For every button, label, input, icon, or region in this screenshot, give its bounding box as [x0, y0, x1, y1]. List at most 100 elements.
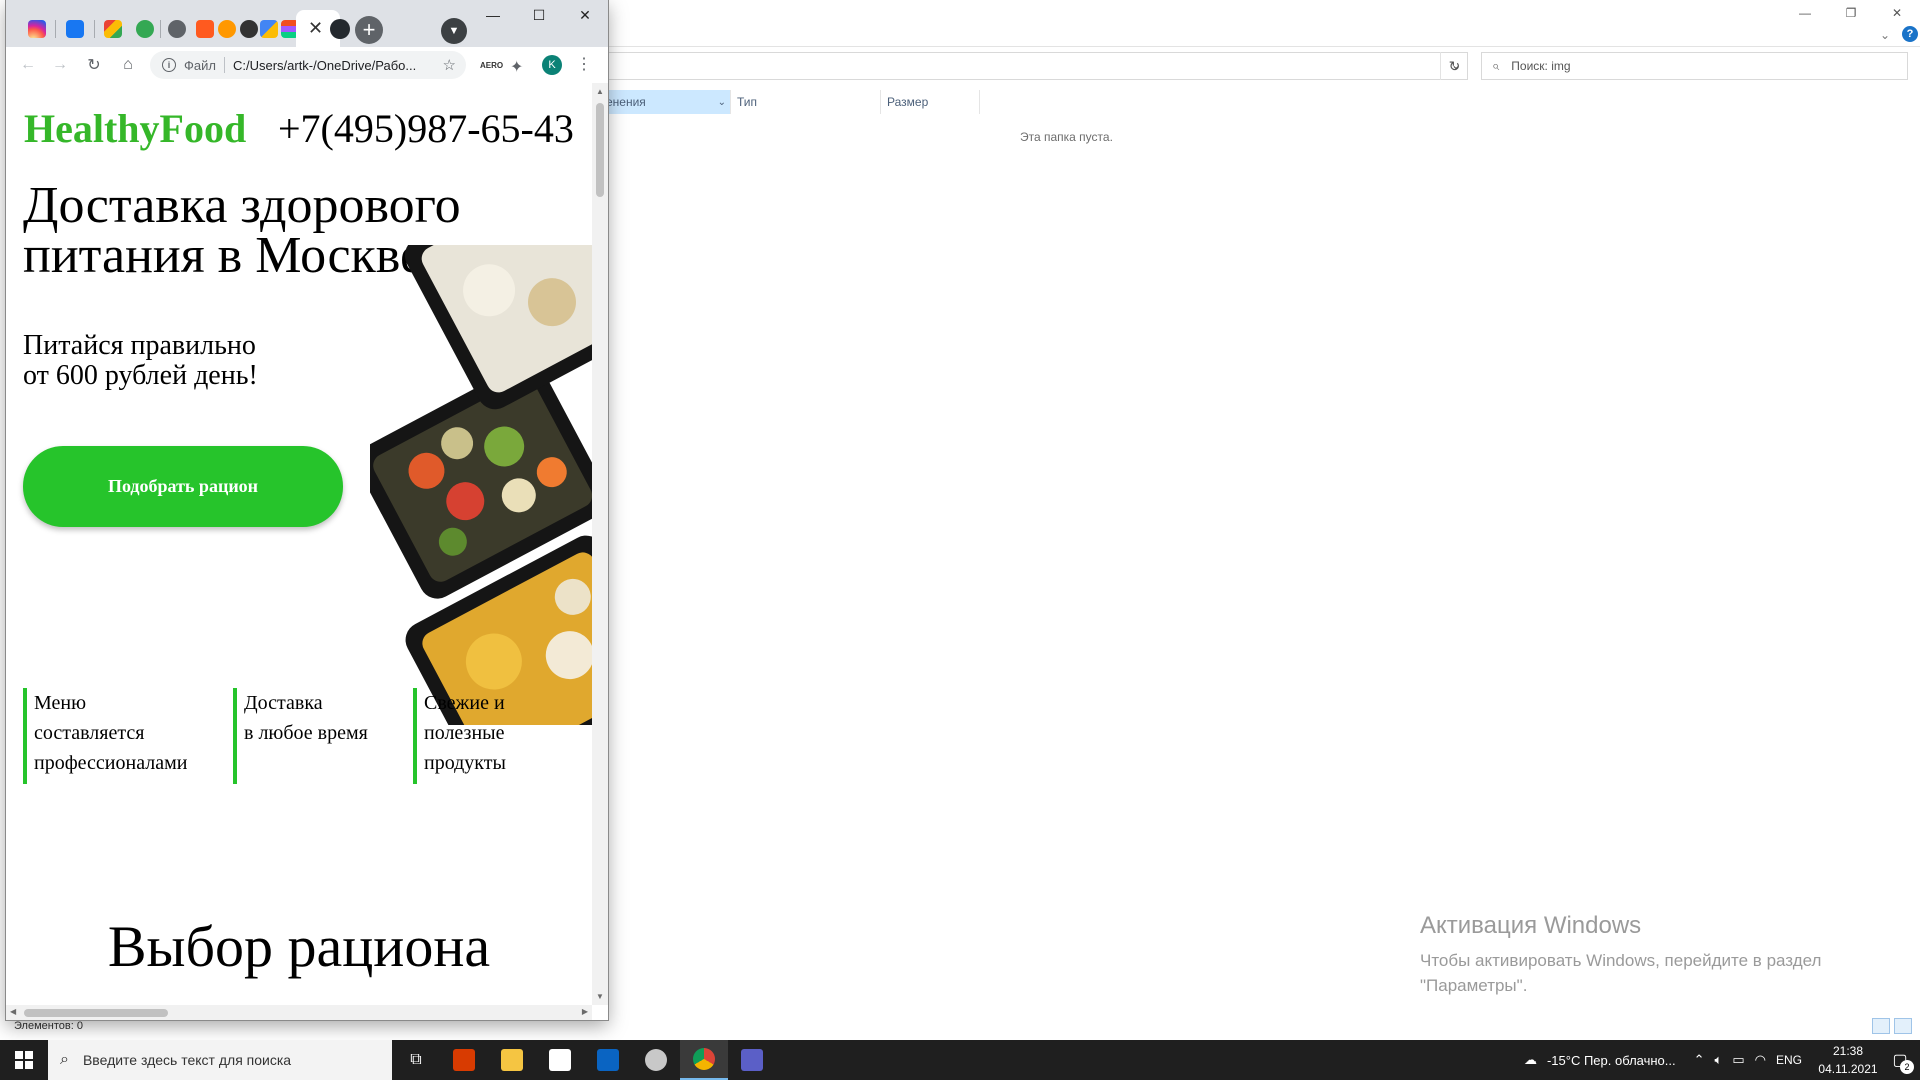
clock-date: 04.11.2021 — [1818, 1062, 1878, 1076]
store-icon[interactable] — [536, 1040, 584, 1080]
column-type[interactable]: Тип — [730, 90, 880, 114]
taskbar: ⌕ Введите здесь текст для поиска ⧉ ☁ -15… — [0, 1040, 1920, 1080]
tab-icon[interactable] — [168, 20, 186, 38]
refresh-icon[interactable]: ↻ — [1440, 52, 1468, 80]
desktop: — ❐ ✕ ⌄ ? ⌄ ↻ ⌕ Поиск: img енения ⌄ Тип … — [0, 0, 1920, 1080]
view-toggle — [1872, 1018, 1912, 1034]
ribbon-expand-icon[interactable]: ⌄ — [1880, 28, 1890, 42]
restore-icon[interactable]: ❐ — [1828, 0, 1874, 26]
language-indicator[interactable]: ENG — [1776, 1053, 1802, 1067]
gmail-icon[interactable] — [104, 20, 122, 38]
tab-separator — [160, 20, 161, 38]
weather-icon[interactable]: ☁ — [1524, 1052, 1537, 1068]
feature-item: Доставка в любое время — [233, 688, 368, 784]
window-controls: — ☐ ✕ — [470, 0, 608, 30]
close-icon[interactable]: ✕ — [1874, 0, 1920, 26]
messenger-icon[interactable] — [66, 20, 84, 38]
column-size[interactable]: Размер — [880, 90, 980, 114]
feature-text: составляется — [34, 722, 145, 744]
feature-text: профессионалами — [34, 752, 188, 774]
feature-item: Свежие и полезные продукты — [413, 688, 506, 784]
reload-icon[interactable]: ↻ — [82, 53, 106, 77]
activation-line: "Параметры". — [1420, 976, 1528, 995]
chrome-icon[interactable] — [680, 1040, 728, 1080]
phone-number[interactable]: +7(495)987-65-43 — [278, 105, 574, 152]
taskbar-search-input[interactable]: ⌕ Введите здесь текст для поиска — [48, 1040, 392, 1080]
info-icon[interactable]: i — [162, 58, 176, 72]
feature-text: Доставка — [244, 692, 323, 714]
tab-icon[interactable] — [260, 20, 278, 38]
home-icon[interactable]: ⌂ — [116, 53, 140, 77]
large-icons-view-icon[interactable] — [1894, 1018, 1912, 1034]
teams-icon[interactable] — [728, 1040, 776, 1080]
notifications-icon[interactable]: ▢ 2 — [1880, 1040, 1920, 1080]
maximize-icon[interactable]: ☐ — [516, 0, 562, 30]
address-bar[interactable]: ⌄ — [608, 52, 1468, 80]
close-icon[interactable]: ✕ — [562, 0, 608, 30]
feature-text: в любое время — [244, 722, 368, 744]
chevron-up-icon[interactable]: ⌃ — [1694, 1052, 1705, 1068]
choose-diet-button[interactable]: Подобрать рацион — [23, 446, 343, 527]
scrollbar-thumb[interactable] — [24, 1009, 168, 1017]
battery-icon[interactable]: ▭ — [1732, 1052, 1744, 1068]
task-view-icon[interactable]: ⧉ — [392, 1040, 440, 1080]
column-label: Тип — [737, 95, 758, 109]
divider — [608, 46, 1920, 47]
hero-subtitle: Питайся правильно от 600 рублей день! — [23, 331, 258, 391]
instagram-icon[interactable] — [28, 20, 46, 38]
tab-icon[interactable] — [218, 20, 236, 38]
search-icon: ⌕ — [1492, 58, 1500, 73]
minimize-icon[interactable]: — — [470, 0, 516, 30]
windows-logo-icon — [15, 1051, 33, 1069]
back-icon[interactable]: ← — [16, 53, 40, 77]
details-view-icon[interactable] — [1872, 1018, 1890, 1034]
activation-watermark: Активация Windows Чтобы активировать Win… — [1420, 912, 1821, 998]
extensions-puzzle-icon[interactable]: ✦ — [510, 57, 523, 77]
site-logo[interactable]: HealthyFood — [24, 105, 246, 152]
vertical-scrollbar[interactable]: ▲ ▼ — [592, 83, 608, 1005]
bookmark-star-icon[interactable]: ☆ — [443, 56, 456, 74]
scrollbar-thumb[interactable] — [596, 103, 604, 197]
weather-text[interactable]: -15°C Пер. облачно... — [1547, 1053, 1676, 1068]
volume-icon[interactable]: 🔈︎ — [1715, 1052, 1723, 1068]
forward-icon[interactable]: → — [48, 53, 72, 77]
mail-icon[interactable] — [584, 1040, 632, 1080]
feature-text: Меню — [34, 692, 87, 714]
chevron-down-icon[interactable]: ⌄ — [718, 97, 726, 108]
tab-close-icon[interactable]: ✕ — [308, 18, 323, 39]
hero-subtitle-line: Питайся правильно — [23, 330, 256, 361]
scroll-right-icon[interactable]: ▶ — [582, 1007, 588, 1016]
menu-kebab-icon[interactable]: ⋮ — [576, 54, 592, 74]
features-list: Меню составляется профессионалами Достав… — [23, 688, 583, 784]
scroll-down-icon[interactable]: ▼ — [596, 992, 604, 1001]
tab-icon[interactable] — [240, 20, 258, 38]
start-button[interactable] — [0, 1040, 48, 1080]
status-bar-count: Элементов: 0 — [14, 1020, 83, 1032]
divider — [223, 57, 225, 73]
wifi-icon[interactable]: ◠ — [1755, 1052, 1766, 1068]
tab-search-icon[interactable]: ▼ — [441, 18, 467, 44]
scroll-left-icon[interactable]: ◀ — [10, 1007, 16, 1016]
aero-extension-icon[interactable]: AERO — [480, 61, 503, 70]
system-tray: ☁ -15°C Пер. облачно... ⌃ 🔈︎ ▭ ◠ ENG 21:… — [1514, 1040, 1920, 1080]
office-icon[interactable] — [440, 1040, 488, 1080]
explorer-search-input[interactable]: ⌕ Поиск: img — [1481, 52, 1908, 80]
app-icon[interactable] — [632, 1040, 680, 1080]
explorer-caption-buttons: — ❐ ✕ — [1782, 0, 1920, 26]
help-icon[interactable]: ? — [1902, 26, 1918, 42]
minimize-icon[interactable]: — — [1782, 0, 1828, 26]
horizontal-scrollbar[interactable]: ◀ ▶ — [6, 1005, 592, 1020]
file-explorer-icon[interactable] — [488, 1040, 536, 1080]
column-label: енения — [606, 95, 646, 109]
feature-text: Свежие и — [424, 692, 505, 714]
tab-separator — [94, 20, 95, 38]
new-tab-button[interactable]: + — [355, 16, 383, 44]
github-icon[interactable] — [330, 19, 350, 39]
clock[interactable]: 21:38 04.11.2021 — [1816, 1042, 1880, 1078]
scroll-up-icon[interactable]: ▲ — [596, 87, 604, 96]
profile-avatar[interactable]: K — [542, 55, 562, 75]
address-bar[interactable]: i Файл C:/Users/artk-/OneDrive/Рабо... ☆ — [150, 51, 466, 79]
column-date-modified[interactable]: енения ⌄ — [606, 90, 730, 114]
tab-icon[interactable] — [196, 20, 214, 38]
tab-icon[interactable] — [136, 20, 154, 38]
